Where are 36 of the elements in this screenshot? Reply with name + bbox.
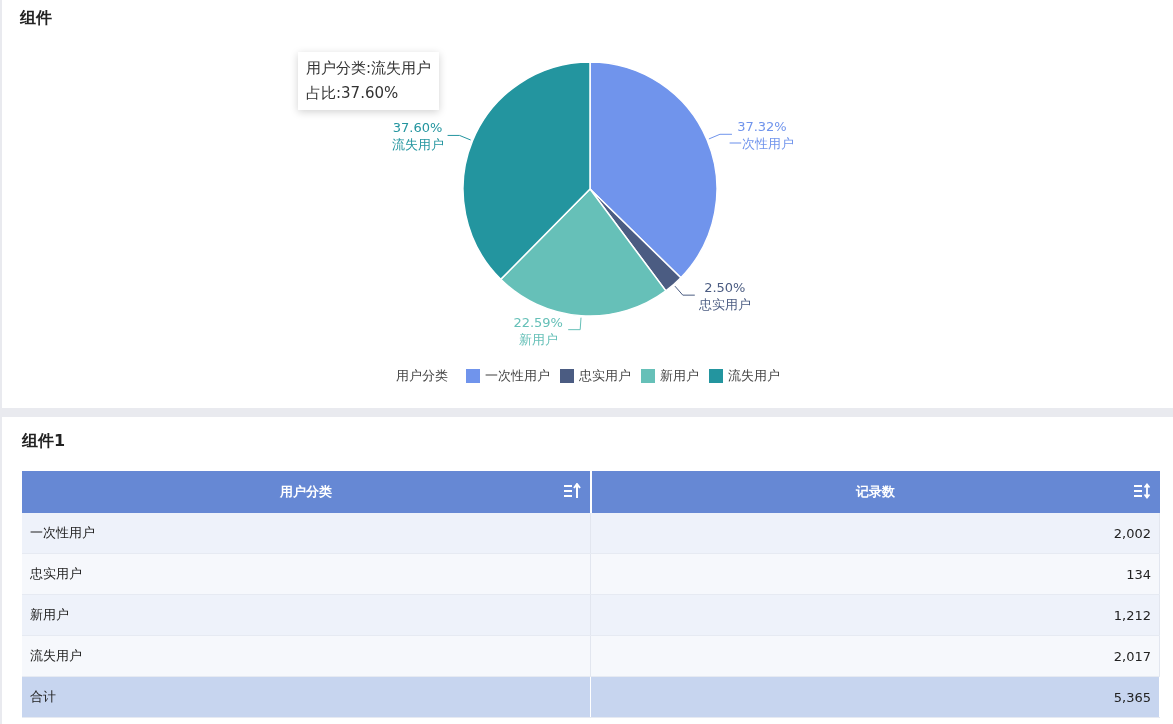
sort-icon[interactable] <box>1133 483 1152 499</box>
leader-line <box>447 134 472 141</box>
tooltip-text: 用户分类:流失用户 <box>306 58 432 79</box>
value-label: 37.32% <box>737 119 787 135</box>
pie-slice[interactable] <box>500 188 667 317</box>
table-cell: 一次性用户 <box>22 513 591 554</box>
legend-label[interactable]: 忠实用户 <box>578 367 631 385</box>
table-cell: 5,365 <box>590 676 1160 718</box>
sort-ascending-icon[interactable] <box>563 483 582 499</box>
leader-line <box>567 317 582 331</box>
legend-label[interactable]: 一次性用户 <box>484 367 550 385</box>
tooltip-text: 占比:37.60% <box>306 83 400 104</box>
value-label: 22.59% <box>513 314 563 330</box>
value-label: 2.50% <box>704 280 746 296</box>
category-label: 一次性用户 <box>729 136 795 152</box>
table-cell: 1,212 <box>590 594 1160 636</box>
panel-title: 组件1 <box>22 430 67 452</box>
legend-label[interactable]: 新用户 <box>659 367 699 385</box>
table-cell: 合计 <box>22 676 591 718</box>
category-label: 忠实用户 <box>698 297 751 313</box>
value-label: 37.60% <box>392 120 443 136</box>
panel-title: 组件 <box>19 7 53 29</box>
leader-line <box>708 133 733 140</box>
category-label: 新用户 <box>518 331 558 347</box>
table-cell: 忠实用户 <box>22 553 591 595</box>
legend-title: 用户分类 <box>395 367 448 385</box>
category-label: 流失用户 <box>391 137 444 153</box>
legend-label[interactable]: 流失用户 <box>727 367 780 385</box>
table-cell: 新用户 <box>22 594 591 636</box>
table-cell: 2,017 <box>590 635 1160 677</box>
table-cell: 134 <box>590 553 1160 595</box>
pie-slice[interactable] <box>589 61 718 279</box>
leader-line <box>674 285 696 296</box>
pie-slice[interactable] <box>462 61 591 281</box>
table-cell: 流失用户 <box>22 635 591 677</box>
table-cell: 2,002 <box>590 513 1160 554</box>
